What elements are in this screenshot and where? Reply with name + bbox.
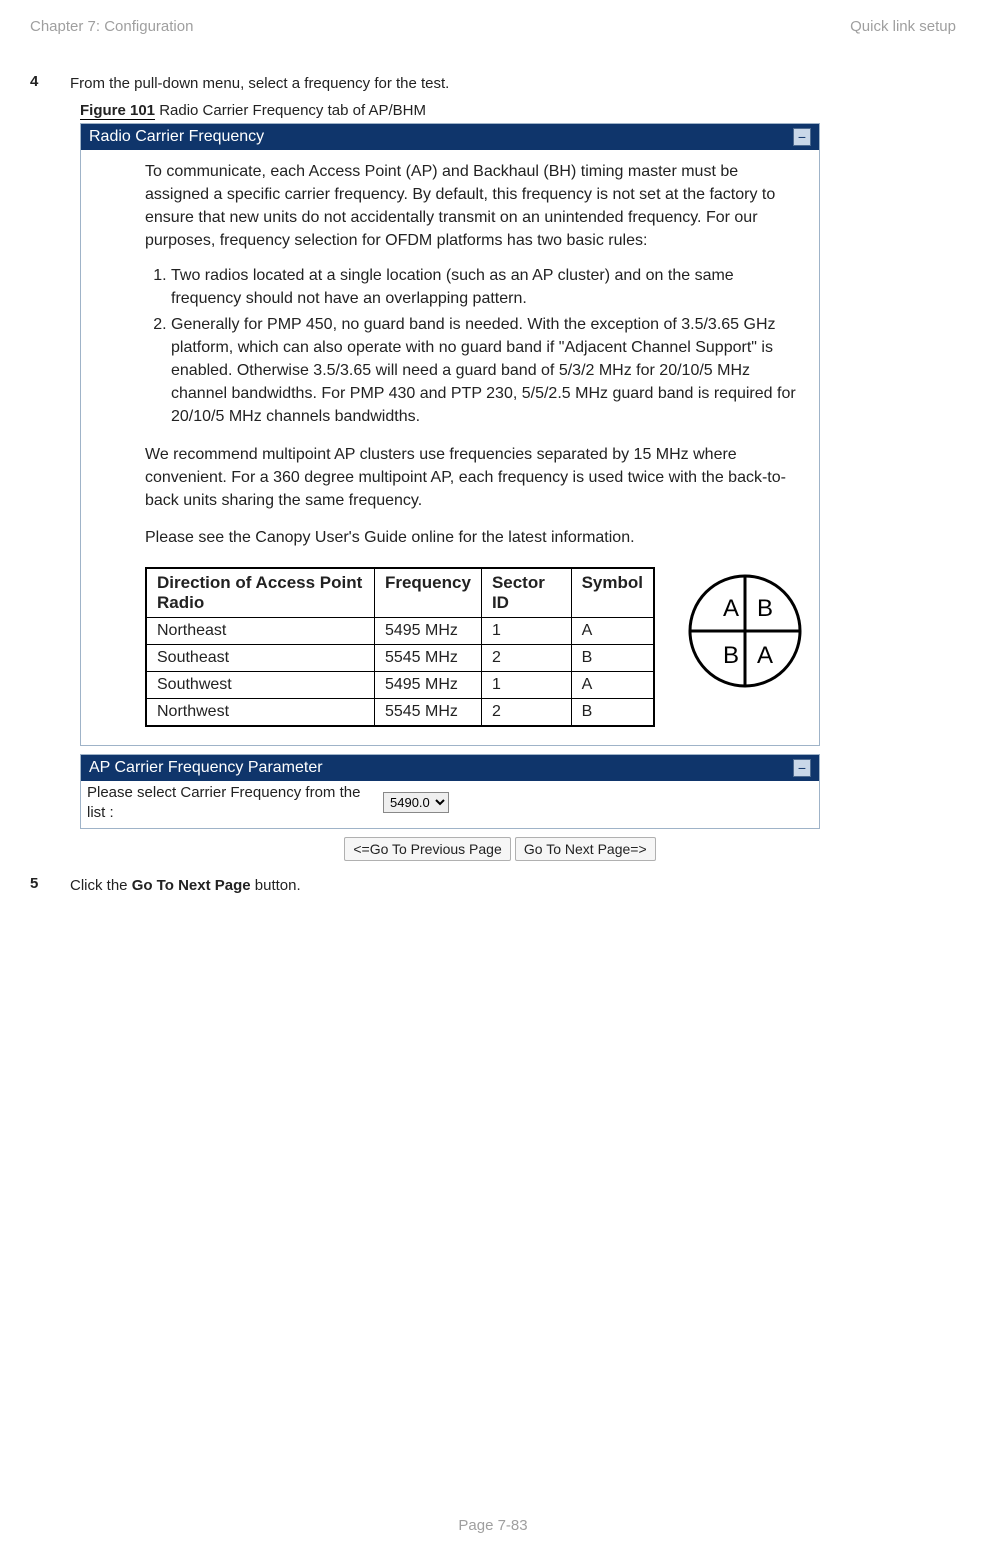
table-row: Northeast 5495 MHz 1 A — [146, 618, 654, 645]
sector-diagram-icon: A B B A — [685, 571, 805, 696]
panel-header: Radio Carrier Frequency − — [81, 124, 819, 150]
cell-frequency: 5495 MHz — [374, 672, 481, 699]
figure-panel-area: Radio Carrier Frequency − To communicate… — [80, 123, 820, 862]
header-right: Quick link setup — [850, 18, 956, 35]
header-left: Chapter 7: Configuration — [30, 18, 193, 35]
step-5: 5 Click the Go To Next Page button. — [30, 875, 956, 898]
cell-direction: Southeast — [146, 645, 374, 672]
cell-sector-id: 1 — [481, 618, 571, 645]
page-header: Chapter 7: Configuration Quick link setu… — [30, 18, 956, 35]
th-sector-id: Sector ID — [481, 568, 571, 618]
cell-sector-id: 2 — [481, 699, 571, 727]
diagram-tr-label: B — [757, 595, 773, 622]
step-text: Click the Go To Next Page button. — [70, 875, 956, 898]
panel-body: To communicate, each Access Point (AP) a… — [81, 150, 819, 746]
collapse-icon[interactable]: − — [793, 759, 811, 777]
panel-header: AP Carrier Frequency Parameter − — [81, 755, 819, 781]
radio-carrier-frequency-panel: Radio Carrier Frequency − To communicate… — [80, 123, 820, 747]
rule-1: Two radios located at a single location … — [171, 264, 805, 310]
rules-list: Two radios located at a single location … — [145, 264, 805, 428]
step-number: 5 — [30, 875, 42, 892]
cell-sector-id: 2 — [481, 645, 571, 672]
intro-paragraph: To communicate, each Access Point (AP) a… — [145, 160, 805, 253]
step5-post: button. — [251, 877, 301, 894]
table-row: Southeast 5545 MHz 2 B — [146, 645, 654, 672]
cell-symbol: B — [571, 699, 654, 727]
th-frequency: Frequency — [374, 568, 481, 618]
go-to-next-page-button[interactable]: Go To Next Page=> — [515, 837, 656, 861]
table-row: Southwest 5495 MHz 1 A — [146, 672, 654, 699]
carrier-frequency-label: Please select Carrier Frequency from the… — [87, 783, 377, 822]
cell-frequency: 5545 MHz — [374, 645, 481, 672]
collapse-icon[interactable]: − — [793, 128, 811, 146]
table-diagram-row: Direction of Access Point Radio Frequenc… — [145, 567, 805, 727]
step-4: 4 From the pull-down menu, select a freq… — [30, 73, 956, 96]
recommend-paragraph: We recommend multipoint AP clusters use … — [145, 443, 805, 513]
panel-body: Please select Carrier Frequency from the… — [81, 781, 819, 828]
table-header-row: Direction of Access Point Radio Frequenc… — [146, 568, 654, 618]
table-row: Northwest 5545 MHz 2 B — [146, 699, 654, 727]
panel-title: Radio Carrier Frequency — [89, 128, 264, 146]
carrier-frequency-select[interactable]: 5490.0 — [383, 792, 449, 813]
cell-sector-id: 1 — [481, 672, 571, 699]
diagram-br-label: A — [757, 642, 773, 669]
panel-title: AP Carrier Frequency Parameter — [89, 759, 323, 777]
diagram-bl-label: B — [723, 642, 739, 669]
step5-bold: Go To Next Page — [132, 877, 251, 894]
frequency-table: Direction of Access Point Radio Frequenc… — [145, 567, 655, 727]
page-footer: Page 7-83 — [0, 1517, 986, 1534]
cell-symbol: A — [571, 618, 654, 645]
nav-row: <=Go To Previous Page Go To Next Page=> — [130, 837, 870, 861]
ap-carrier-frequency-parameter-panel: AP Carrier Frequency Parameter − Please … — [80, 754, 820, 829]
cell-frequency: 5495 MHz — [374, 618, 481, 645]
cell-symbol: B — [571, 645, 654, 672]
cell-direction: Southwest — [146, 672, 374, 699]
step-text: From the pull-down menu, select a freque… — [70, 73, 956, 96]
diagram-tl-label: A — [723, 595, 739, 622]
figure-title: Radio Carrier Frequency tab of AP/BHM — [155, 102, 426, 119]
rule-2: Generally for PMP 450, no guard band is … — [171, 313, 805, 429]
th-symbol: Symbol — [571, 568, 654, 618]
go-to-previous-page-button[interactable]: <=Go To Previous Page — [344, 837, 510, 861]
cell-direction: Northeast — [146, 618, 374, 645]
cell-frequency: 5545 MHz — [374, 699, 481, 727]
cell-symbol: A — [571, 672, 654, 699]
step5-pre: Click the — [70, 877, 132, 894]
figure-caption: Figure 101 Radio Carrier Frequency tab o… — [80, 102, 956, 119]
figure-label: Figure 101 — [80, 102, 155, 120]
see-paragraph: Please see the Canopy User's Guide onlin… — [145, 526, 805, 549]
th-direction: Direction of Access Point Radio — [146, 568, 374, 618]
document-page: Chapter 7: Configuration Quick link setu… — [0, 0, 986, 1556]
cell-direction: Northwest — [146, 699, 374, 727]
step-number: 4 — [30, 73, 42, 90]
